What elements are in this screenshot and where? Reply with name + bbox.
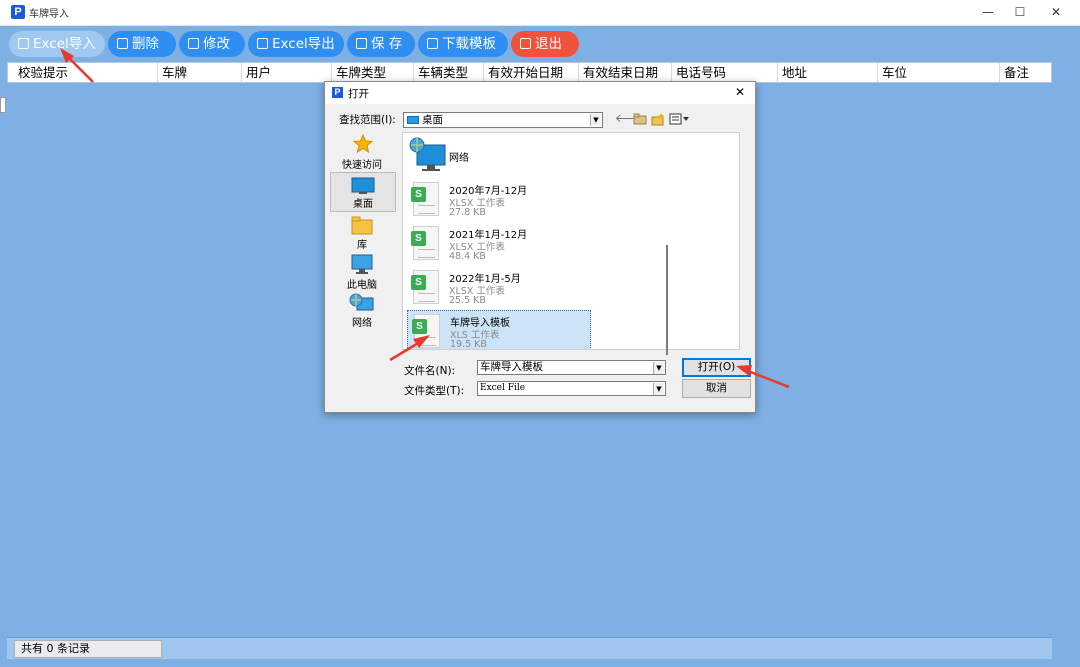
annotation-arrows [60,48,790,389]
arrow-to-open-button [736,365,790,389]
arrow-to-excel-import [60,48,94,83]
arrow-to-selected-file [389,335,430,362]
